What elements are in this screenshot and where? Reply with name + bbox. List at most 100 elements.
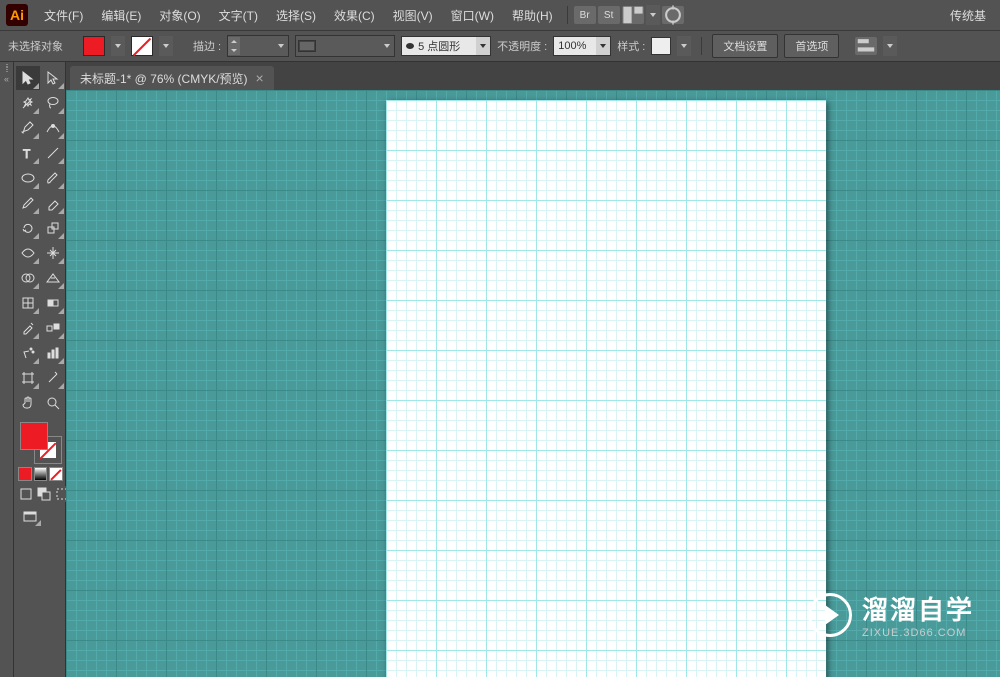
main-area: « T xyxy=(0,62,1000,677)
width-tool[interactable] xyxy=(16,241,40,265)
eraser-tool[interactable] xyxy=(41,191,65,215)
slice-tool[interactable] xyxy=(41,366,65,390)
symbol-sprayer-tool[interactable] xyxy=(16,341,40,365)
brush-name: 5 点圆形 xyxy=(414,38,464,54)
opacity-input[interactable]: 100% xyxy=(553,36,611,56)
lasso-tool[interactable] xyxy=(41,91,65,115)
stroke-weight-dropdown[interactable] xyxy=(274,36,288,56)
menu-window[interactable]: 窗口(W) xyxy=(443,3,502,28)
swap-fill-stroke-icon[interactable] xyxy=(51,420,63,432)
scale-tool[interactable] xyxy=(41,216,65,240)
menu-edit[interactable]: 编辑(E) xyxy=(93,3,149,28)
magic-wand-tool[interactable] xyxy=(16,91,40,115)
pencil-tool[interactable] xyxy=(16,191,40,215)
paintbrush-tool[interactable] xyxy=(41,166,65,190)
draw-normal-icon[interactable] xyxy=(18,486,34,502)
profile-icon xyxy=(298,40,316,52)
stroke-weight-input[interactable] xyxy=(227,35,289,57)
watermark-title: 溜溜自学 xyxy=(862,590,974,627)
selection-tool[interactable] xyxy=(16,66,40,90)
direct-selection-tool[interactable] xyxy=(41,66,65,90)
graphic-style-swatch[interactable] xyxy=(651,37,671,55)
column-graph-tool[interactable] xyxy=(41,341,65,365)
profile-dropdown[interactable] xyxy=(380,36,394,56)
menu-bar: Ai 文件(F) 编辑(E) 对象(O) 文字(T) 选择(S) 效果(C) 视… xyxy=(0,0,1000,30)
canvas-viewport[interactable]: 溜溜自学 ZIXUE.3D66.COM xyxy=(66,90,1000,677)
free-transform-tool[interactable] xyxy=(41,241,65,265)
stroke-weight-field[interactable] xyxy=(240,37,274,55)
menu-type[interactable]: 文字(T) xyxy=(211,3,266,28)
fill-dropdown[interactable] xyxy=(111,36,125,56)
mesh-tool[interactable] xyxy=(16,291,40,315)
stroke-swatch[interactable] xyxy=(131,36,153,56)
curvature-tool[interactable] xyxy=(41,116,65,140)
line-tool[interactable] xyxy=(41,141,65,165)
stroke-dropdown[interactable] xyxy=(159,36,173,56)
preferences-button[interactable]: 首选项 xyxy=(784,34,839,58)
watermark: 溜溜自学 ZIXUE.3D66.COM xyxy=(794,580,988,649)
fill-swatch[interactable] xyxy=(83,36,105,56)
separator xyxy=(701,37,702,55)
close-tab-icon[interactable]: × xyxy=(256,71,264,85)
shape-builder-tool[interactable] xyxy=(16,266,40,290)
align-dropdown[interactable] xyxy=(883,36,897,56)
document-area: 未标题-1* @ 76% (CMYK/预览) × 溜溜自学 ZIXUE.3D66… xyxy=(66,62,1000,677)
artboard-tool[interactable] xyxy=(16,366,40,390)
blend-tool[interactable] xyxy=(41,316,65,340)
default-fill-stroke-icon[interactable] xyxy=(16,452,28,464)
menu-file[interactable]: 文件(F) xyxy=(36,3,91,28)
document-tab[interactable]: 未标题-1* @ 76% (CMYK/预览) × xyxy=(70,66,274,90)
color-mode-none[interactable] xyxy=(49,467,63,481)
document-setup-button[interactable]: 文档设置 xyxy=(712,34,778,58)
arrange-docs-icon[interactable] xyxy=(622,6,644,24)
separator xyxy=(567,6,568,24)
gpu-icon[interactable] xyxy=(662,6,684,24)
bridge-icon[interactable]: Br xyxy=(574,6,596,24)
draw-behind-icon[interactable] xyxy=(36,486,52,502)
menu-help[interactable]: 帮助(H) xyxy=(504,3,561,28)
menu-view[interactable]: 视图(V) xyxy=(385,3,441,28)
variable-width-profile[interactable] xyxy=(295,35,395,57)
menu-select[interactable]: 选择(S) xyxy=(268,3,324,28)
type-tool[interactable]: T xyxy=(16,141,40,165)
brush-dropdown[interactable] xyxy=(476,37,490,55)
color-mode-gradient[interactable] xyxy=(34,467,48,481)
eyedropper-tool[interactable] xyxy=(16,316,40,340)
screen-mode-icon[interactable] xyxy=(18,507,42,527)
play-icon xyxy=(808,593,852,637)
fill-stroke-indicator[interactable] xyxy=(16,420,65,464)
rotate-tool[interactable] xyxy=(16,216,40,240)
menu-object[interactable]: 对象(O) xyxy=(151,3,208,28)
color-mode-row xyxy=(16,465,65,483)
arrange-docs-dropdown[interactable] xyxy=(646,5,660,25)
graphic-style-dropdown[interactable] xyxy=(677,36,691,56)
fill-color-box[interactable] xyxy=(20,422,48,450)
gradient-tool[interactable] xyxy=(41,291,65,315)
grip-icon[interactable] xyxy=(0,64,13,72)
collapse-arrows-icon[interactable]: « xyxy=(0,74,13,84)
menu-effect[interactable]: 效果(C) xyxy=(326,3,383,28)
stroke-up-icon[interactable] xyxy=(228,37,240,46)
draw-mode-row xyxy=(16,484,65,504)
brush-definition[interactable]: 5 点圆形 xyxy=(401,36,491,56)
color-mode-solid[interactable] xyxy=(18,467,32,481)
align-icon[interactable] xyxy=(855,37,877,55)
hand-tool[interactable] xyxy=(16,391,40,415)
opacity-label: 不透明度 : xyxy=(497,38,547,54)
opacity-value[interactable]: 100% xyxy=(554,40,590,52)
control-bar: 未选择对象 描边 : 5 点圆形 不透明度 : 100% 样式 : 文档设置 首… xyxy=(0,30,1000,62)
stroke-down-icon[interactable] xyxy=(228,46,240,55)
document-tab-title: 未标题-1* @ 76% (CMYK/预览) xyxy=(80,70,248,87)
workspace-switcher[interactable]: 传统基 xyxy=(942,3,994,28)
zoom-tool[interactable] xyxy=(41,391,65,415)
stock-icon[interactable]: St xyxy=(598,6,620,24)
style-label: 样式 : xyxy=(617,38,645,54)
screen-mode-row xyxy=(16,505,65,529)
rectangle-tool[interactable] xyxy=(16,166,40,190)
panel-collapse-strip[interactable]: « xyxy=(0,62,14,677)
artboard[interactable] xyxy=(386,100,826,677)
pen-tool[interactable] xyxy=(16,116,40,140)
tools-panel: T xyxy=(14,62,66,677)
perspective-grid-tool[interactable] xyxy=(41,266,65,290)
opacity-dropdown[interactable] xyxy=(596,37,610,55)
